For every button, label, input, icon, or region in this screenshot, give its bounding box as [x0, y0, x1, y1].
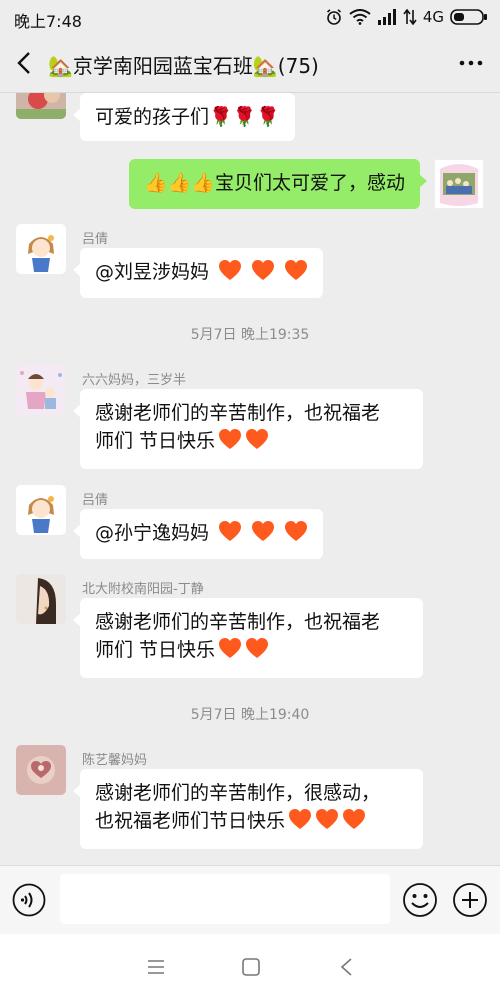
- back-nav-button[interactable]: [336, 956, 358, 978]
- smiley-icon: [403, 883, 437, 917]
- sender-name: 陈艺馨妈妈: [82, 753, 148, 768]
- message-bubble[interactable]: @孙宁逸妈妈: [72, 509, 324, 559]
- message-bubble[interactable]: 感谢老师们的辛苦制作，也祝福老 师们 节日快乐: [73, 389, 423, 469]
- heart-icon: [245, 428, 269, 458]
- avatar[interactable]: [16, 93, 66, 119]
- message-bubble[interactable]: 可爱的孩子们🌹🌹🌹: [73, 93, 295, 141]
- timestamp: 5月7日 晚上19:40: [190, 707, 310, 723]
- message-bubble[interactable]: 感谢老师们的辛苦制作，很感动， 也祝福老师们节日快乐: [73, 769, 423, 849]
- message-text-line: 感谢老师们的辛苦制作，也祝福老: [95, 402, 381, 424]
- heart-icon: [315, 808, 339, 838]
- home-square-icon: [242, 958, 260, 976]
- heart-icon: [218, 259, 242, 289]
- message-text-line: 也祝福老师们节日快乐: [95, 810, 286, 832]
- timestamp: 5月7日 晚上19:35: [190, 327, 310, 343]
- home-nav-button[interactable]: [240, 956, 262, 978]
- heart-icon: [342, 808, 366, 838]
- heart-icon: [218, 520, 242, 550]
- avatar[interactable]: [16, 745, 66, 795]
- heart-icon: [218, 637, 242, 667]
- voice-icon: [12, 883, 46, 917]
- sender-name: 六六妈妈，三岁半: [82, 373, 187, 388]
- back-triangle-icon: [340, 958, 352, 976]
- message-text-line: 感谢老师们的辛苦制作，也祝福老: [95, 611, 381, 633]
- heart-icon: [288, 808, 312, 838]
- system-nav-bar: [0, 934, 500, 1000]
- menu-icon: [148, 960, 164, 974]
- wifi-icon: [349, 9, 371, 25]
- message-bubble[interactable]: @刘昱涉妈妈: [72, 248, 324, 298]
- avatar[interactable]: [16, 365, 66, 415]
- message-text: 👍👍👍宝贝们太可爱了，感动: [144, 172, 405, 194]
- alarm-icon: [325, 8, 343, 26]
- heart-icon: [284, 259, 308, 289]
- message-text: @孙宁逸妈妈: [95, 522, 210, 544]
- heart-icon: [251, 520, 275, 550]
- avatar-self[interactable]: [434, 159, 484, 209]
- message-text: @刘昱涉妈妈: [95, 261, 210, 283]
- input-bar: [0, 865, 500, 934]
- more-options-button[interactable]: [458, 50, 484, 76]
- message-bubble[interactable]: 感谢老师们的辛苦制作，也祝福老 师们 节日快乐: [73, 598, 423, 678]
- sender-name: 北大附校南阳园-丁静: [82, 582, 204, 597]
- chat-messages[interactable]: 可爱的孩子们🌹🌹🌹 👍👍👍宝贝们太可爱了，感动 吕倩 @刘昱涉妈妈 5月7日 晚…: [0, 93, 500, 865]
- avatar[interactable]: [16, 574, 66, 624]
- heart-icon: [251, 259, 275, 289]
- more-functions-button[interactable]: [452, 882, 488, 918]
- menu-nav-button[interactable]: [145, 956, 167, 978]
- message-text-line: 师们 节日快乐: [95, 430, 216, 452]
- data-arrows-icon: [403, 9, 417, 25]
- heart-icon: [284, 520, 308, 550]
- plus-icon: [453, 883, 487, 917]
- back-button[interactable]: [10, 48, 40, 78]
- message-text-line: 师们 节日快乐: [95, 639, 216, 661]
- emoji-button[interactable]: [402, 882, 438, 918]
- heart-icon: [245, 637, 269, 667]
- sender-name: 吕倩: [82, 493, 109, 508]
- avatar[interactable]: [16, 224, 66, 274]
- message-text-line: 感谢老师们的辛苦制作，很感动，: [95, 782, 381, 804]
- message-bubble-self[interactable]: 👍👍👍宝贝们太可爱了，感动: [129, 159, 427, 209]
- status-time: 晚上7:48: [14, 12, 82, 31]
- message-text: 可爱的孩子们🌹🌹🌹: [95, 106, 280, 128]
- more-icon: [459, 60, 483, 66]
- network-type: 4G: [422, 8, 444, 26]
- status-bar: 晚上7:48 4G: [0, 0, 500, 34]
- heart-icon: [218, 428, 242, 458]
- chat-header: 🏡京学南阳园蓝宝石班🏡(75): [0, 34, 500, 93]
- message-input[interactable]: [60, 874, 390, 924]
- chevron-left-icon: [17, 52, 30, 74]
- voice-button[interactable]: [12, 883, 46, 917]
- avatar[interactable]: [16, 485, 66, 535]
- chat-title: 🏡京学南阳园蓝宝石班🏡(75): [48, 54, 319, 78]
- status-icons: 4G: [325, 7, 488, 27]
- signal-icon: [377, 9, 397, 25]
- sender-name: 吕倩: [82, 232, 109, 247]
- battery-icon: [450, 9, 488, 25]
